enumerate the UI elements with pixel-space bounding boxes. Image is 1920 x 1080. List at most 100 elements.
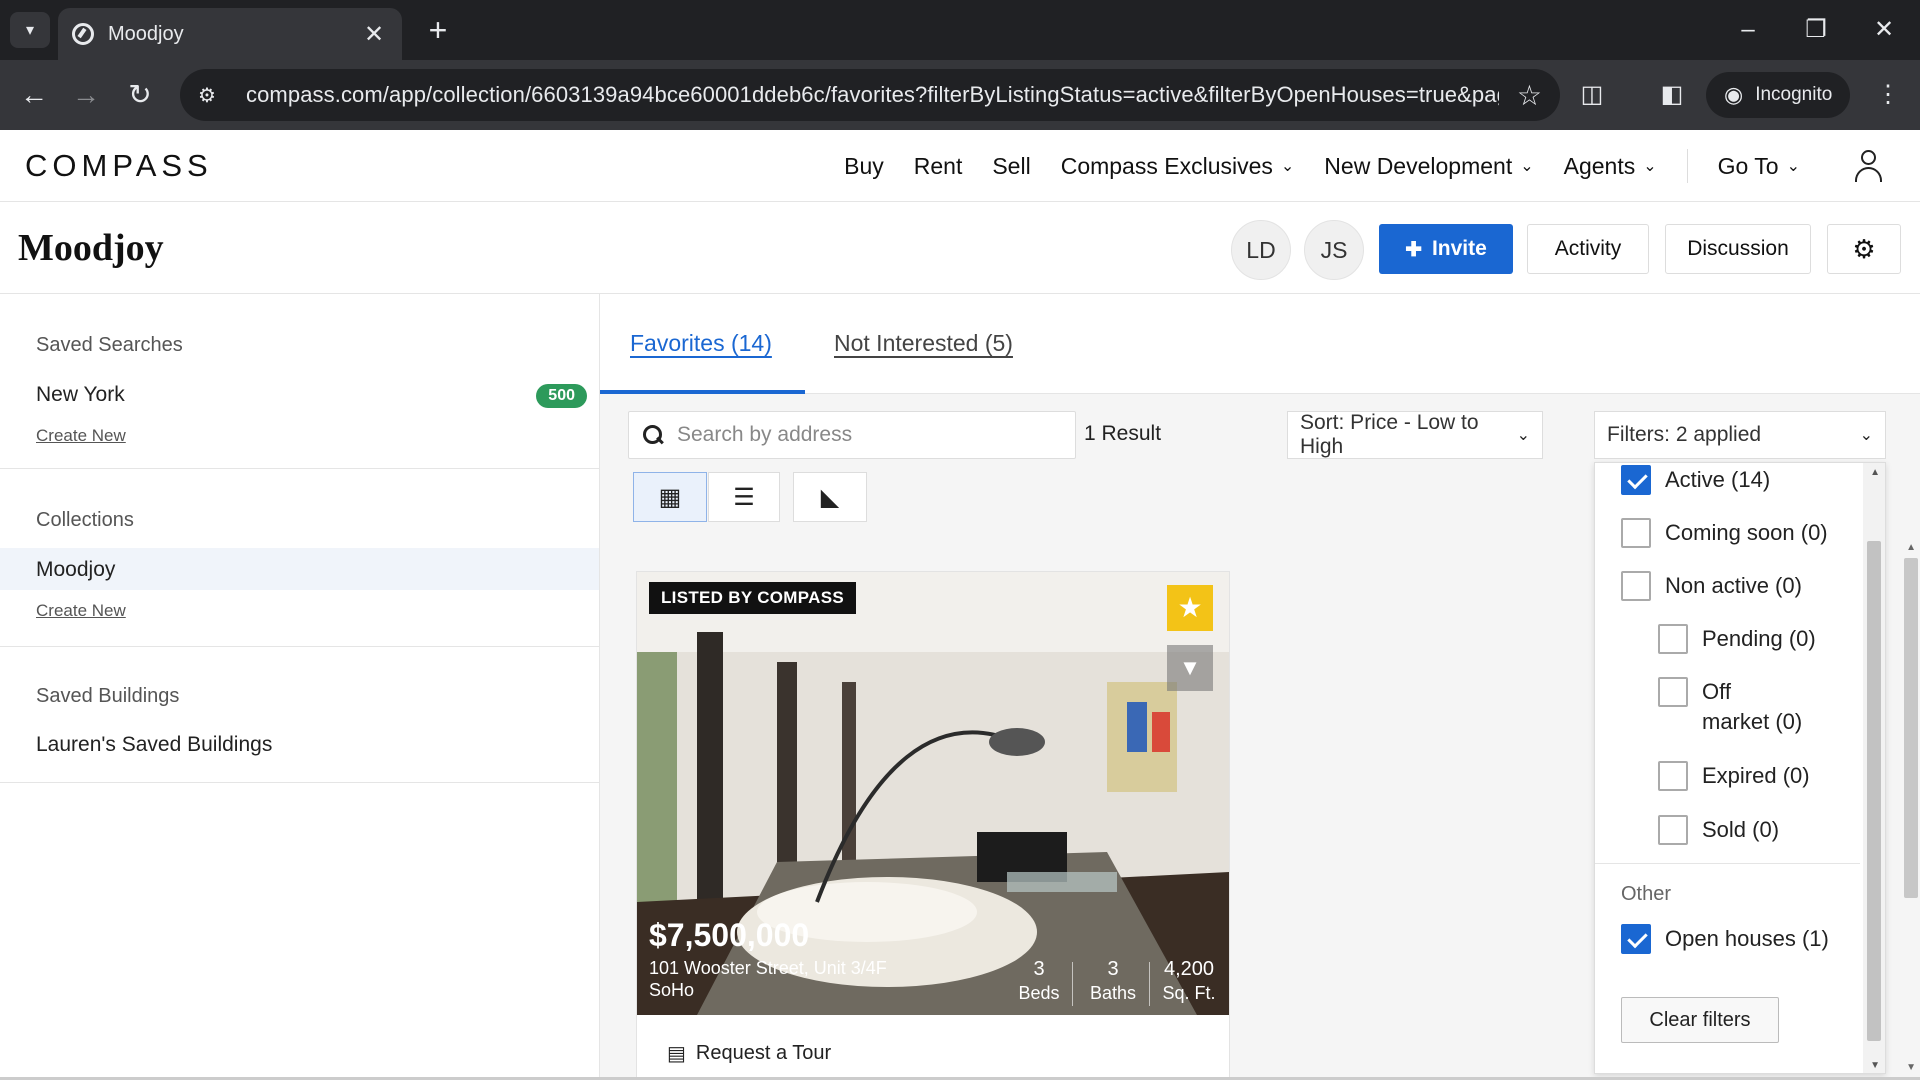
extensions-icon[interactable]: ◫ xyxy=(1572,75,1612,115)
saved-search-item[interactable]: New York xyxy=(36,383,125,407)
list-view-button[interactable]: ☰ xyxy=(708,472,780,522)
clear-filters-button[interactable]: Clear filters xyxy=(1621,997,1779,1043)
collection-item[interactable]: Moodjoy xyxy=(36,558,115,582)
close-tab-icon[interactable]: ✕ xyxy=(360,20,388,49)
sort-label: Sort: Price - Low to High xyxy=(1300,411,1479,458)
grid-view-button[interactable]: ▦ xyxy=(633,472,707,522)
page-scrollbar-thumb[interactable] xyxy=(1904,558,1918,898)
list-icon: ☰ xyxy=(733,483,755,511)
settings-gear-icon[interactable]: ⚙ xyxy=(1827,224,1901,274)
saved-buildings-section: Saved Buildings Lauren's Saved Buildings xyxy=(0,647,599,783)
filter-option-sold[interactable]: Sold (0) xyxy=(1658,815,1779,845)
compass-logo[interactable]: COMPASS xyxy=(25,148,213,184)
tab-not-interested[interactable]: Not Interested (5) xyxy=(834,330,1013,357)
invite-button[interactable]: ✚ Invite xyxy=(1379,224,1513,274)
filter-option-open-houses[interactable]: Open houses (1) xyxy=(1621,924,1829,954)
incognito-indicator[interactable]: ◉ Incognito xyxy=(1706,72,1851,118)
nav-sell[interactable]: Sell xyxy=(992,153,1030,180)
sqft-stat: 4,200 Sq. Ft. xyxy=(1153,958,1225,1004)
chevron-down-icon: ⌄ xyxy=(1859,427,1873,444)
nav-label: Agents xyxy=(1563,152,1636,179)
checkbox[interactable] xyxy=(1658,677,1688,707)
url-text[interactable]: compass.com/app/collection/6603139a94bce… xyxy=(246,82,1499,108)
filter-option-pending[interactable]: Pending (0) xyxy=(1658,624,1816,654)
listing-photo[interactable]: LISTED BY COMPASS ★ ▼ $7,500,000 101 Woo… xyxy=(637,572,1229,1015)
checkbox[interactable] xyxy=(1658,761,1688,791)
checkbox[interactable] xyxy=(1621,571,1651,601)
nav-label: Buy xyxy=(844,152,884,179)
nav-new-development[interactable]: New Development ⌄ xyxy=(1324,153,1533,180)
checkbox[interactable] xyxy=(1658,624,1688,654)
collections-heading: Collections xyxy=(36,509,134,531)
create-new-collection-link[interactable]: Create New xyxy=(36,601,126,621)
scroll-up-icon[interactable]: ▲ xyxy=(1906,542,1916,553)
checkbox[interactable] xyxy=(1658,815,1688,845)
filter-option-non-active[interactable]: Non active (0) xyxy=(1621,571,1802,601)
nav-go-to[interactable]: Go To ⌄ xyxy=(1718,153,1800,180)
filter-option-label: Expired (0) xyxy=(1702,763,1810,788)
sqft-value: 4,200 xyxy=(1163,958,1215,980)
sort-dropdown[interactable]: Sort: Price - Low to High ⌄ xyxy=(1287,411,1543,459)
scrollbar-thumb[interactable] xyxy=(1867,541,1881,1041)
browser-tab[interactable]: Moodjoy ✕ xyxy=(58,8,402,60)
tab-favorites[interactable]: Favorites (14) xyxy=(630,330,772,357)
discussion-button[interactable]: Discussion xyxy=(1665,224,1811,274)
side-panel-icon[interactable]: ◧ xyxy=(1652,75,1692,115)
address-search[interactable] xyxy=(628,411,1076,459)
favorite-star-icon[interactable]: ★ xyxy=(1167,585,1213,631)
back-button[interactable]: ← xyxy=(14,75,54,115)
request-tour-button[interactable]: ▤ Request a Tour xyxy=(667,1041,831,1066)
nav-divider xyxy=(1686,149,1688,183)
forward-button[interactable]: → xyxy=(66,75,106,115)
activity-button[interactable]: Activity xyxy=(1527,224,1649,274)
search-input[interactable] xyxy=(677,423,1061,447)
checkbox-checked[interactable] xyxy=(1621,924,1651,954)
reload-button[interactable]: ↻ xyxy=(120,75,160,115)
scroll-down-icon[interactable]: ▼ xyxy=(1906,1062,1916,1073)
checkbox[interactable] xyxy=(1621,518,1651,548)
close-window-button[interactable]: ✕ xyxy=(1864,10,1904,50)
checkbox-checked[interactable] xyxy=(1621,465,1651,495)
nav-agents[interactable]: Agents ⌄ xyxy=(1564,153,1657,180)
browser-menu-icon[interactable]: ⋮ xyxy=(1868,75,1908,115)
create-new-search-link[interactable]: Create New xyxy=(36,426,126,446)
filters-dropdown[interactable]: Filters: 2 applied ⌄ xyxy=(1594,411,1886,459)
saved-buildings-heading: Saved Buildings xyxy=(36,685,180,707)
new-tab-button[interactable]: + xyxy=(420,12,456,48)
avatar[interactable]: LD xyxy=(1231,220,1291,280)
collection-tabs: Favorites (14) Not Interested (5) xyxy=(600,294,1920,394)
nav-compass-exclusives[interactable]: Compass Exclusives ⌄ xyxy=(1061,153,1295,180)
nav-buy[interactable]: Buy xyxy=(844,153,884,180)
filter-option-label: Pending (0) xyxy=(1702,626,1816,651)
map-view-button[interactable]: ◣ xyxy=(793,472,867,522)
avatar[interactable]: JS xyxy=(1304,220,1364,280)
nav-rent[interactable]: Rent xyxy=(914,153,963,180)
saved-buildings-item[interactable]: Lauren's Saved Buildings xyxy=(36,733,272,757)
listing-card[interactable]: LISTED BY COMPASS ★ ▼ $7,500,000 101 Woo… xyxy=(636,571,1230,1080)
beds-stat: 3 Beds xyxy=(1007,958,1071,1004)
chevron-down-icon: ⌄ xyxy=(1786,158,1800,175)
tab-search-button[interactable]: ▾ xyxy=(10,12,50,48)
filters-scrollbar[interactable]: ▲ ▼ xyxy=(1863,463,1885,1073)
filter-option-label: Open houses (1) xyxy=(1665,926,1829,951)
restore-button[interactable]: ❐ xyxy=(1796,10,1836,50)
filter-option-coming-soon[interactable]: Coming soon (0) xyxy=(1621,518,1828,548)
filter-option-expired[interactable]: Expired (0) xyxy=(1658,761,1810,791)
scroll-up-icon[interactable]: ▲ xyxy=(1870,467,1880,478)
filter-option-active[interactable]: Active (14) xyxy=(1621,465,1770,495)
stat-divider xyxy=(1072,962,1073,1006)
minimize-button[interactable]: – xyxy=(1728,10,1768,50)
add-person-icon: ✚ xyxy=(1405,238,1422,261)
address-bar[interactable]: ⚙ compass.com/app/collection/6603139a94b… xyxy=(180,69,1560,121)
scroll-down-icon[interactable]: ▼ xyxy=(1870,1060,1880,1071)
bookmark-star-icon[interactable]: ☆ xyxy=(1517,79,1542,112)
browser-toolbar: ← → ↻ ⚙ compass.com/app/collection/66031… xyxy=(0,60,1920,130)
filter-option-off-market[interactable]: Off market (0) xyxy=(1658,677,1802,737)
incognito-icon: ◉ xyxy=(1724,82,1744,107)
filter-option-label-line2: market (0) xyxy=(1702,709,1803,734)
site-info-icon[interactable]: ⚙ xyxy=(198,83,228,108)
user-account-icon[interactable] xyxy=(1852,150,1884,182)
thumbs-down-icon[interactable]: ▼ xyxy=(1167,645,1213,691)
listing-address: 101 Wooster Street, Unit 3/4F xyxy=(649,958,887,978)
nav-label: Rent xyxy=(913,152,963,179)
